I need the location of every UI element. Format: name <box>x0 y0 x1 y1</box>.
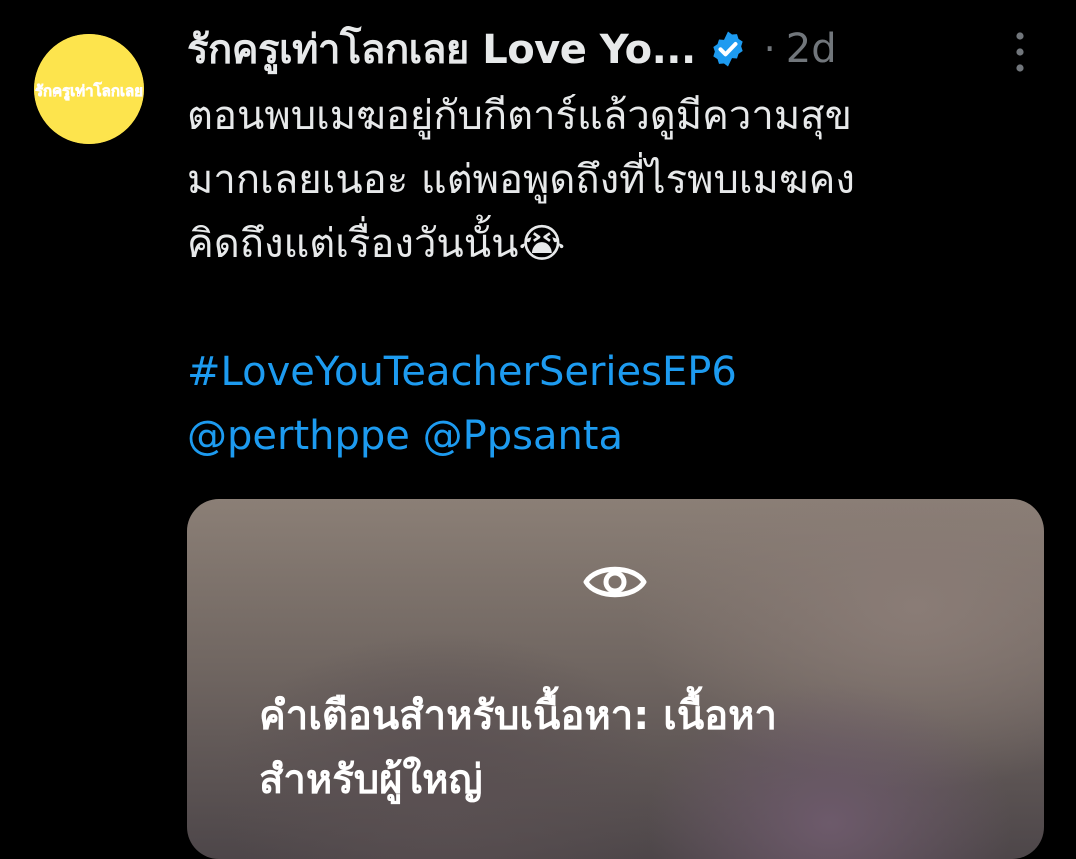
tweet-text: ตอนพบเมฆอยู่กับกีตาร์แล้วดูมีความสุข มาก… <box>187 84 1047 468</box>
content-warning-line: คำเตือนสำหรับเนื้อหา: เนื้อหา <box>259 693 778 739</box>
tweet-text-line: มากเลยเนอะ แต่พอพูดถึงที่ไรพบเมฆคง <box>187 157 855 203</box>
time-separator: · <box>763 27 776 71</box>
tweet-text-line: คิดถึงแต่เรื่องวันนั้น😭 <box>187 221 566 267</box>
avatar[interactable]: รักครูเท่าโลกเลย <box>34 34 144 144</box>
eye-icon <box>582 557 648 607</box>
mention-link[interactable]: @Ppsanta <box>423 413 623 459</box>
avatar-logo-text: รักครูเท่าโลกเลย <box>35 81 143 101</box>
content-warning: คำเตือนสำหรับเนื้อหา: เนื้อหา สำหรับผู้ใ… <box>259 684 979 812</box>
author-display-name[interactable]: รักครูเท่าโลกเลย Love Yo... <box>187 17 696 81</box>
sensitive-media-card[interactable]: คำเตือนสำหรับเนื้อหา: เนื้อหา สำหรับผู้ใ… <box>187 499 1044 859</box>
avatar-logo: รักครูเท่าโลกเลย <box>34 34 144 144</box>
verified-badge-icon[interactable] <box>708 29 748 69</box>
tweet-header: รักครูเท่าโลกเลย Love Yo... · 2d <box>187 20 1056 78</box>
mention-link[interactable]: @perthppe <box>187 413 410 459</box>
hashtag-link[interactable]: #LoveYouTeacherSeriesEP6 <box>187 340 1047 404</box>
tweet-text-line: ตอนพบเมฆอยู่กับกีตาร์แล้วดูมีความสุข <box>187 93 852 139</box>
tweet-timestamp[interactable]: 2d <box>786 26 837 72</box>
more-vertical-icon[interactable] <box>1006 28 1034 76</box>
content-warning-line: สำหรับผู้ใหญ่ <box>259 757 483 803</box>
